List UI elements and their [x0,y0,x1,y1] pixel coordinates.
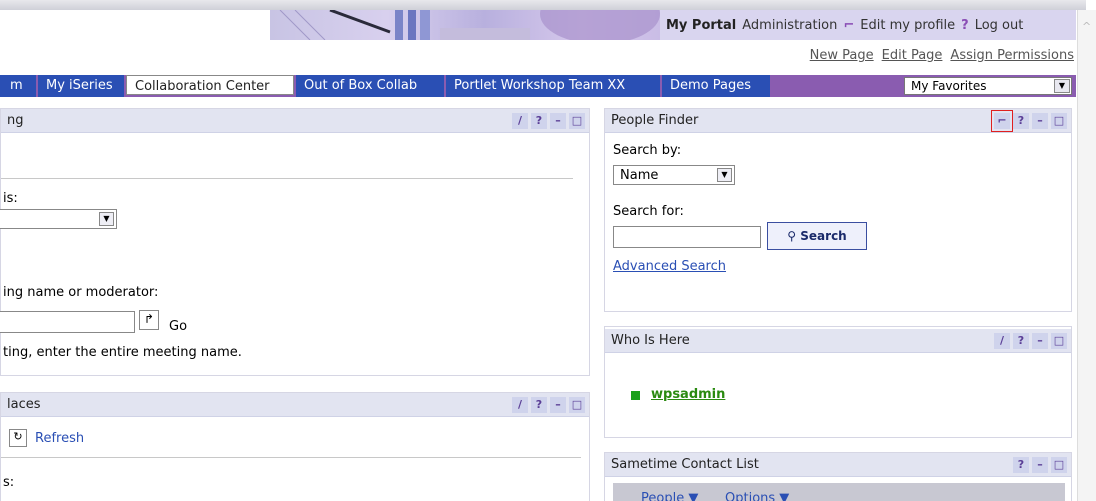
portlet-controls: ? – □ [1013,457,1067,473]
help-icon[interactable]: ? [1013,457,1029,473]
help-icon[interactable]: ? [1013,333,1029,349]
help-icon[interactable]: ? [1013,113,1029,129]
online-status-icon [631,391,640,400]
portlet-controls: ⌐ ? – □ [991,110,1067,132]
search-button[interactable]: ⚲ Search [767,222,867,250]
maximize-icon[interactable]: □ [569,113,585,129]
banner-graphic [279,10,660,40]
new-page-link[interactable]: New Page [810,48,874,63]
tab-my-iseries[interactable]: My iSeries [38,75,124,97]
search-by-value: Name [620,168,659,183]
maximize-icon[interactable]: □ [1051,333,1067,349]
search-for-label: Search for: [613,204,684,219]
magnifier-icon: ⚲ [787,229,797,243]
who-is-here-portlet: Who Is Here / ? – □ wpsadmin [604,326,1072,438]
banner-image [270,10,660,40]
my-portal-link[interactable]: My Portal [666,18,736,33]
contact-list-title: Sametime Contact List ? – □ [605,453,1071,477]
portlet-title-text: People Finder [611,113,699,128]
search-by-select[interactable]: Name ▼ [613,165,735,185]
top-border [0,0,1086,10]
logout-link[interactable]: Log out [975,18,1024,33]
divider [1,178,573,179]
people-menu[interactable]: People ▼ [641,491,698,501]
help-icon[interactable]: ? [531,113,547,129]
portlet-controls: / ? – □ [994,333,1067,349]
people-finder-portlet: People Finder ⌐ ? – □ Search by: Name ▼ … [604,108,1072,312]
meeting-name-input[interactable] [0,311,135,333]
minimize-icon[interactable]: – [1032,457,1048,473]
portlet-controls: / ? – □ [512,113,585,129]
help-icon: ? [961,17,969,33]
maximize-icon[interactable]: □ [1051,457,1067,473]
wrench-icon: ⌐ [843,17,855,33]
places-portlet: laces / ? – □ ↻ Refresh s: [0,392,590,501]
portlet-title-text: ng [7,113,24,128]
top-navigation: My Portal Administration ⌐ Edit my profi… [660,10,1076,40]
meeting-portlet: ng / ? – □ is: ▼ ing name or moderator: … [0,108,590,376]
portal-page: My Portal Administration ⌐ Edit my profi… [0,0,1096,501]
minimize-icon[interactable]: – [550,113,566,129]
meeting-type-select[interactable]: ▼ [0,209,117,229]
portlet-title-text: laces [7,397,41,412]
user-link-wpsadmin[interactable]: wpsadmin [651,387,725,402]
places-label: s: [3,475,15,490]
portlet-title-text: Who Is Here [611,333,690,348]
portlet-title-text: Sametime Contact List [611,457,759,472]
contact-menu-bar: People ▼ Options ▼ [613,483,1065,501]
minimize-icon[interactable]: – [1032,113,1048,129]
refresh-link[interactable]: Refresh [35,431,84,446]
minimize-icon[interactable]: – [1032,333,1048,349]
who-is-here-title: Who Is Here / ? – □ [605,329,1071,353]
assign-permissions-link[interactable]: Assign Permissions [950,48,1074,63]
chevron-down-icon[interactable]: ▼ [717,168,732,182]
chevron-down-icon[interactable]: ▼ [1054,79,1070,93]
configure-wrench-icon[interactable]: ⌐ [991,110,1013,132]
people-finder-title: People Finder ⌐ ? – □ [605,109,1071,133]
search-by-label: Search by: [613,143,682,158]
chevron-down-icon[interactable]: ▼ [99,212,114,226]
meeting-name-label: ing name or moderator: [3,285,159,300]
tab-partial[interactable]: m [0,75,36,97]
minimize-icon[interactable]: – [550,397,566,413]
meeting-type-label: is: [3,191,18,206]
meeting-portlet-title: ng / ? – □ [1,109,589,133]
places-portlet-title: laces / ? – □ [1,393,589,417]
advanced-search-link[interactable]: Advanced Search [613,259,726,274]
tab-demo-pages[interactable]: Demo Pages [662,75,770,97]
help-icon[interactable]: ? [531,397,547,413]
go-label[interactable]: Go [169,319,187,334]
edit-page-link[interactable]: Edit Page [882,48,943,63]
meeting-hint: ting, enter the entire meeting name. [3,345,242,360]
divider [1,457,581,458]
tab-portlet-workshop[interactable]: Portlet Workshop Team XX [446,75,660,97]
edit-icon[interactable]: / [994,333,1010,349]
contact-list-portlet: Sametime Contact List ? – □ People ▼ Opt… [604,452,1072,501]
maximize-icon[interactable]: □ [1051,113,1067,129]
edit-icon[interactable]: / [512,113,528,129]
scroll-up-icon[interactable]: ^ [1082,20,1091,33]
edit-icon[interactable]: / [512,397,528,413]
go-arrow-icon[interactable]: ↱ [139,310,159,330]
portlet-controls: / ? – □ [512,397,585,413]
search-button-label: Search [800,229,847,243]
search-for-input[interactable] [613,226,761,248]
tab-collaboration-center[interactable]: Collaboration Center [126,75,294,95]
favorites-value: My Favorites [911,79,987,93]
edit-profile-link[interactable]: Edit my profile [860,18,955,33]
vertical-scrollbar[interactable]: ^ [1077,10,1096,501]
refresh-icon[interactable]: ↻ [9,429,27,447]
maximize-icon[interactable]: □ [569,397,585,413]
options-menu[interactable]: Options ▼ [725,491,789,501]
administration-link[interactable]: Administration [742,18,837,33]
favorites-select[interactable]: My Favorites ▼ [904,77,1072,95]
tab-out-of-box-collab[interactable]: Out of Box Collab [296,75,444,97]
page-links: New Page Edit Page Assign Permissions [810,48,1074,63]
